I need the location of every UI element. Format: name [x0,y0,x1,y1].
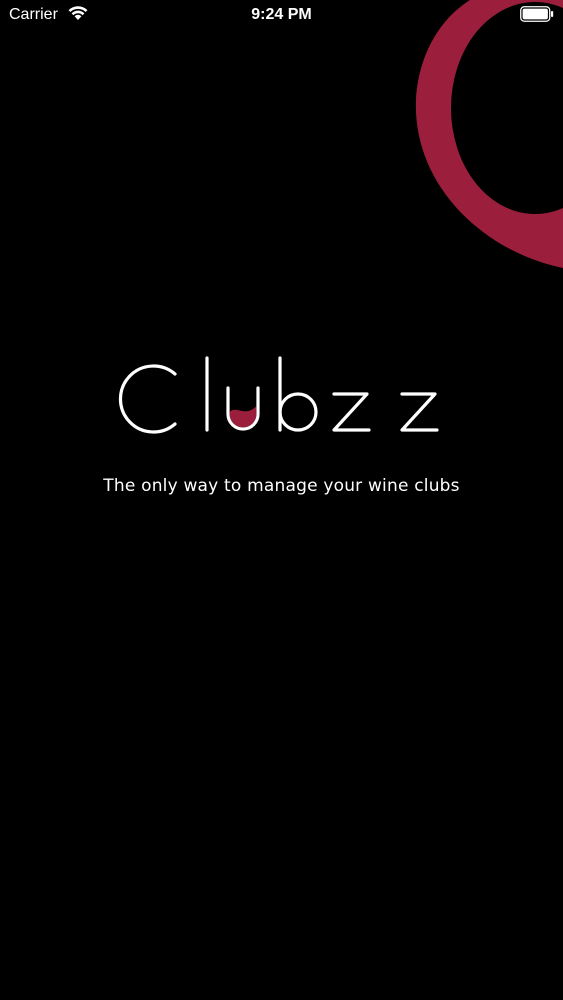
status-time: 9:24 PM [251,6,312,23]
battery-icon [520,6,554,22]
wine-ring-decoration [415,0,563,268]
clubzz-logo [118,356,439,434]
tagline: The only way to manage your wine clubs [103,476,460,496]
status-bar: Carrier 9:24 PM [0,0,563,30]
splash-screen: Carrier 9:24 PM The only way to manage y… [0,0,563,1000]
